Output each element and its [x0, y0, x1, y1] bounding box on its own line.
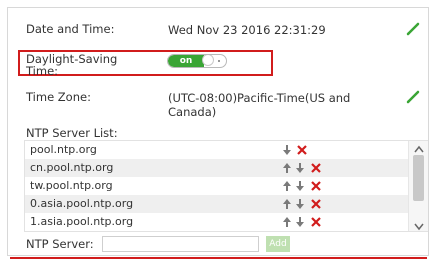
- scroll-thumb[interactable]: [413, 155, 424, 201]
- dst-toggle-dot: [218, 60, 220, 62]
- ntp-server-row[interactable]: cn.pool.ntp.org: [25, 159, 408, 177]
- delete-x-icon[interactable]: [311, 180, 321, 192]
- scroll-down-chevron-icon[interactable]: [414, 221, 424, 231]
- ntp-list-scrollbar[interactable]: [408, 141, 428, 231]
- ntp-server-name: tw.pool.ntp.org: [30, 179, 113, 192]
- ntp-server-name: pool.ntp.org: [30, 143, 97, 156]
- scroll-up-chevron-icon[interactable]: [414, 143, 424, 153]
- ntp-server-label: NTP Server:: [26, 237, 94, 251]
- time-zone-value-line2: Canada): [168, 105, 217, 119]
- arrow-up-icon[interactable]: [282, 216, 292, 228]
- time-zone-value-line1: (UTC-08:00)Pacific-Time(US and: [168, 91, 351, 105]
- date-time-value: Wed Nov 23 2016 22:31:29: [168, 23, 326, 37]
- delete-x-icon[interactable]: [311, 216, 321, 228]
- ntp-server-row[interactable]: 1.asia.pool.ntp.org: [25, 213, 408, 231]
- arrow-down-icon[interactable]: [295, 162, 305, 174]
- ntp-server-list: pool.ntp.org cn.pool.ntp.org tw.pool.ntp…: [24, 140, 428, 232]
- ntp-server-row[interactable]: 0.asia.pool.ntp.org: [25, 195, 408, 213]
- arrow-down-icon[interactable]: [295, 216, 305, 228]
- delete-x-icon[interactable]: [297, 144, 307, 156]
- edit-date-time-pencil-icon[interactable]: [406, 20, 422, 36]
- ntp-server-row[interactable]: tw.pool.ntp.org: [25, 177, 408, 195]
- arrow-down-icon[interactable]: [295, 180, 305, 192]
- dst-label-line2: Time:: [26, 64, 59, 78]
- delete-x-icon[interactable]: [311, 198, 321, 210]
- time-zone-label: Time Zone:: [26, 90, 91, 104]
- dst-toggle-knob: [202, 55, 214, 66]
- arrow-up-icon[interactable]: [282, 180, 292, 192]
- delete-x-icon[interactable]: [311, 162, 321, 174]
- ntp-list-label: NTP Server List:: [26, 126, 118, 140]
- dst-toggle-switch[interactable]: on: [167, 54, 227, 68]
- arrow-up-icon[interactable]: [282, 162, 292, 174]
- date-time-label: Date and Time:: [26, 22, 115, 36]
- arrow-down-icon[interactable]: [295, 198, 305, 210]
- ntp-server-name: 0.asia.pool.ntp.org: [30, 197, 134, 210]
- edit-time-zone-pencil-icon[interactable]: [406, 88, 422, 104]
- add-ntp-server-button[interactable]: Add: [266, 236, 290, 252]
- dst-toggle-on-text: on: [168, 55, 204, 67]
- ntp-server-input[interactable]: [102, 236, 259, 252]
- ntp-server-name: cn.pool.ntp.org: [30, 161, 114, 174]
- ntp-server-row[interactable]: pool.ntp.org: [25, 141, 408, 159]
- arrow-down-icon[interactable]: [282, 144, 292, 156]
- arrow-up-icon[interactable]: [282, 198, 292, 210]
- ntp-server-name: 1.asia.pool.ntp.org: [30, 215, 134, 228]
